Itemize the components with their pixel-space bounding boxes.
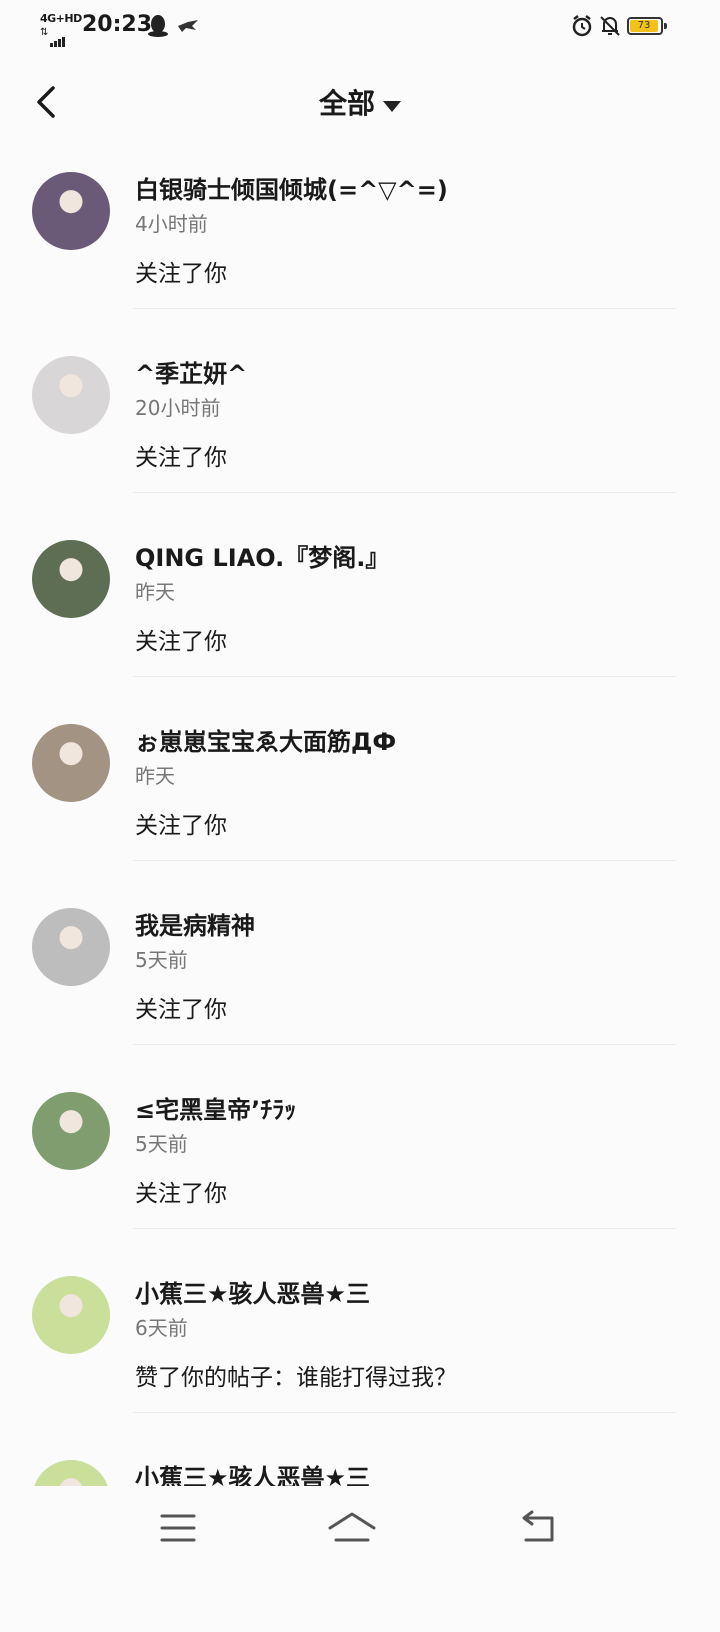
signal-indicator: 4G+HD ⇅ [40,12,82,47]
divider [133,492,676,493]
avatar[interactable] [32,1276,110,1354]
notification-text: 关注了你 [135,1181,227,1207]
notification-item[interactable]: ぉ崽崽宝宝ゑ大面筋ДФ 昨天 关注了你 [0,712,720,896]
header: 全部 [0,64,720,144]
user-name[interactable]: ぉ崽崽宝宝ゑ大面筋ДФ [135,722,396,757]
home-icon[interactable] [322,1506,382,1550]
user-name[interactable]: 白银骑士倾国倾城(=^▽^=) [135,170,448,205]
filter-dropdown[interactable]: 全部 [0,82,720,122]
page-title: 全部 [318,87,375,120]
notification-time: 20小时前 [135,396,221,420]
notification-item[interactable]: 白银骑士倾国倾城(=^▽^=) 4小时前 关注了你 [0,160,720,344]
user-name[interactable]: 我是病精神 [135,906,255,941]
caret-down-icon [383,101,401,112]
notification-time: 6天前 [135,1316,188,1340]
divider [133,1228,676,1229]
data-arrows-icon: ⇅ [40,27,49,38]
alarm-icon [572,15,592,37]
battery-icon: 73 [627,17,667,35]
divider [133,860,676,861]
network-type: 4G+HD [40,12,82,25]
user-name[interactable]: ^季芷妍^ [135,354,247,389]
back-icon[interactable] [508,1506,568,1550]
notification-time: 5天前 [135,948,188,972]
user-name[interactable]: ≤宅黑皇帝’ﾁﾗｯ [135,1090,296,1125]
notification-text: 关注了你 [135,813,227,839]
avatar[interactable] [32,540,110,618]
avatar[interactable] [32,172,110,250]
avatar[interactable] [32,1092,110,1170]
notification-text: 关注了你 [135,629,227,655]
user-name[interactable]: 小蕉三★骇人恶兽★三 [135,1274,370,1309]
notification-item[interactable]: 我是病精神 5天前 关注了你 [0,896,720,1080]
notification-text: 关注了你 [135,261,227,287]
mute-bell-icon [600,16,620,36]
notification-time: 4小时前 [135,212,208,236]
status-bar: 4G+HD ⇅ 20:23 73 [0,0,720,56]
bird-icon [178,20,198,32]
divider [133,1412,676,1413]
notification-list: 白银骑士倾国倾城(=^▽^=) 4小时前 关注了你 ^季芷妍^ 20小时前 关注… [0,160,720,1632]
divider [133,1044,676,1045]
notification-item[interactable]: QING LIAO.『梦阁.』 昨天 关注了你 [0,528,720,712]
avatar[interactable] [32,908,110,986]
notification-text: 关注了你 [135,997,227,1023]
notification-item[interactable]: 小蕉三★骇人恶兽★三 6天前 赞了你的帖子：谁能打得过我？ [0,1264,720,1448]
user-name[interactable]: QING LIAO.『梦阁.』 [135,538,389,573]
menu-icon[interactable] [148,1506,208,1550]
avatar[interactable] [32,356,110,434]
notification-text: 关注了你 [135,445,227,471]
battery-level: 73 [630,20,658,32]
divider [133,676,676,677]
signal-bars-icon [50,28,66,47]
notification-time: 5天前 [135,1132,188,1156]
avatar[interactable] [32,724,110,802]
notification-item[interactable]: ≤宅黑皇帝’ﾁﾗｯ 5天前 关注了你 [0,1080,720,1264]
notification-item[interactable]: ^季芷妍^ 20小时前 关注了你 [0,344,720,528]
status-time: 20:23 [82,12,153,37]
notification-time: 昨天 [135,580,175,604]
system-nav-bar [0,1486,720,1600]
notification-time: 昨天 [135,764,175,788]
divider [133,308,676,309]
qq-icon [148,15,168,37]
notification-text: 赞了你的帖子：谁能打得过我？ [135,1365,457,1391]
